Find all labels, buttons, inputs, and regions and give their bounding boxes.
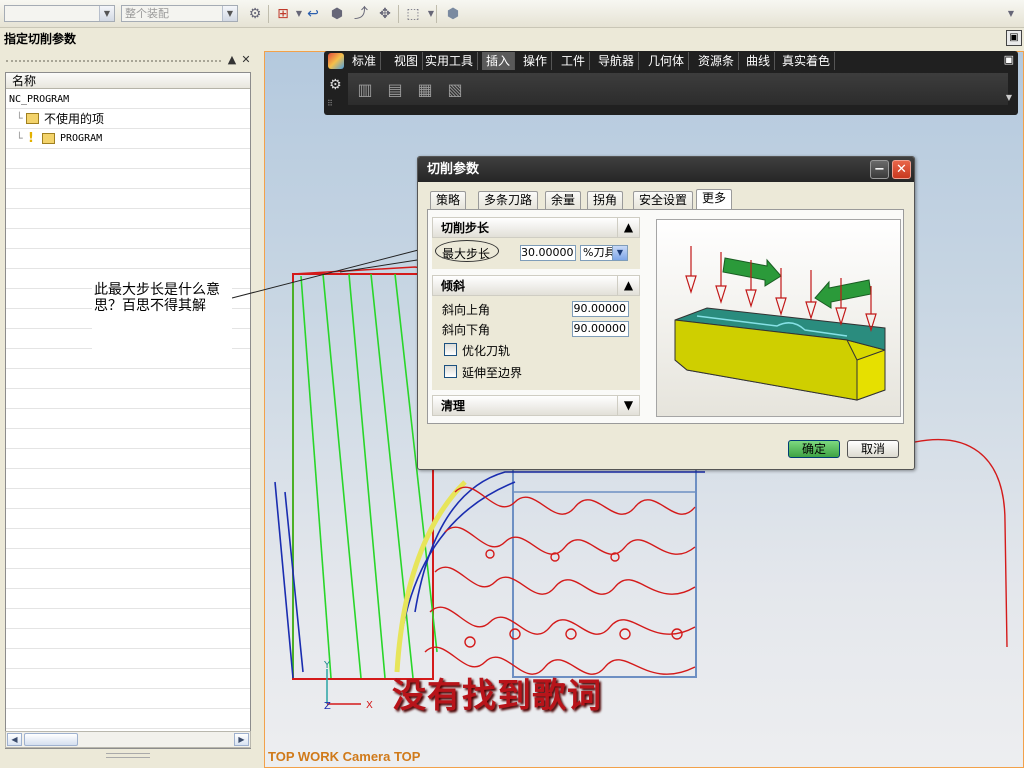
section-title: 倾斜 [441, 279, 466, 293]
dialog-tab[interactable]: 多条刀路 [478, 191, 539, 209]
optimize-toolpath-label: 优化刀轨 [462, 344, 511, 358]
tab-panel-more: 切削步长 ▲ 最大步长 30.00000 %刀具 ▼ 倾斜 ▲ 斜向上角 90.… [427, 209, 904, 424]
unit-value: %刀具 [583, 246, 616, 259]
ramp-down-input[interactable]: 90.00000 [572, 321, 629, 337]
ramp-up-input[interactable]: 90.00000 [572, 301, 629, 317]
max-step-illustration [656, 219, 901, 417]
section-header-tilt[interactable]: 倾斜 ▲ [432, 275, 640, 296]
ramp-down-label: 斜向下角 [442, 323, 491, 337]
question-annotation: 此最大步长是什么意思？百思不得其解 [92, 280, 232, 356]
optimize-toolpath-checkbox[interactable] [444, 343, 457, 356]
dialog-tab[interactable]: 安全设置 [633, 191, 694, 209]
chevron-down-icon[interactable]: ▼ [617, 396, 639, 415]
max-step-unit-select[interactable]: %刀具 ▼ [580, 245, 628, 261]
section-title: 清理 [441, 399, 466, 413]
highlight-ellipse [435, 240, 499, 262]
section-header-cleanup[interactable]: 清理 ▼ [432, 395, 640, 416]
lyric-overlay: 没有找到歌词 [392, 676, 602, 716]
dialog-tab[interactable]: 余量 [545, 191, 582, 209]
max-step-input[interactable]: 30.00000 [520, 245, 576, 261]
extend-to-boundary-label: 延伸至边界 [462, 366, 523, 380]
chevron-down-icon[interactable]: ▼ [612, 246, 627, 260]
dialog-tab[interactable]: 更多 [696, 189, 733, 209]
dialog-tab[interactable]: 拐角 [587, 191, 624, 209]
cutting-diagram [674, 246, 886, 401]
close-icon[interactable]: ✕ [892, 160, 911, 179]
dialog-title[interactable]: 切削参数 [418, 157, 914, 182]
minimize-icon[interactable]: − [870, 160, 889, 179]
section-title: 切削步长 [441, 221, 490, 235]
chevron-up-icon[interactable]: ▲ [617, 276, 639, 295]
ramp-up-label: 斜向上角 [442, 303, 491, 317]
cancel-button[interactable]: 取消 [847, 440, 899, 458]
dialog-tab[interactable]: 策略 [430, 191, 467, 209]
section-body-cut-step: 最大步长 30.00000 %刀具 ▼ [432, 238, 640, 269]
section-header-cut-step[interactable]: 切削步长 ▲ [432, 217, 640, 238]
chevron-up-icon[interactable]: ▲ [617, 218, 639, 237]
ok-button[interactable]: 确定 [788, 440, 840, 458]
extend-to-boundary-checkbox[interactable] [444, 365, 457, 378]
section-body-tilt: 斜向上角 90.00000 斜向下角 90.00000 优化刀轨 延伸至边界 [432, 296, 640, 390]
cut-parameters-dialog: 切削参数 − ✕ 策略 多条刀路 余量 拐角 安全设置 更多 切削步长 ▲ 最大步长 30… [417, 156, 915, 470]
